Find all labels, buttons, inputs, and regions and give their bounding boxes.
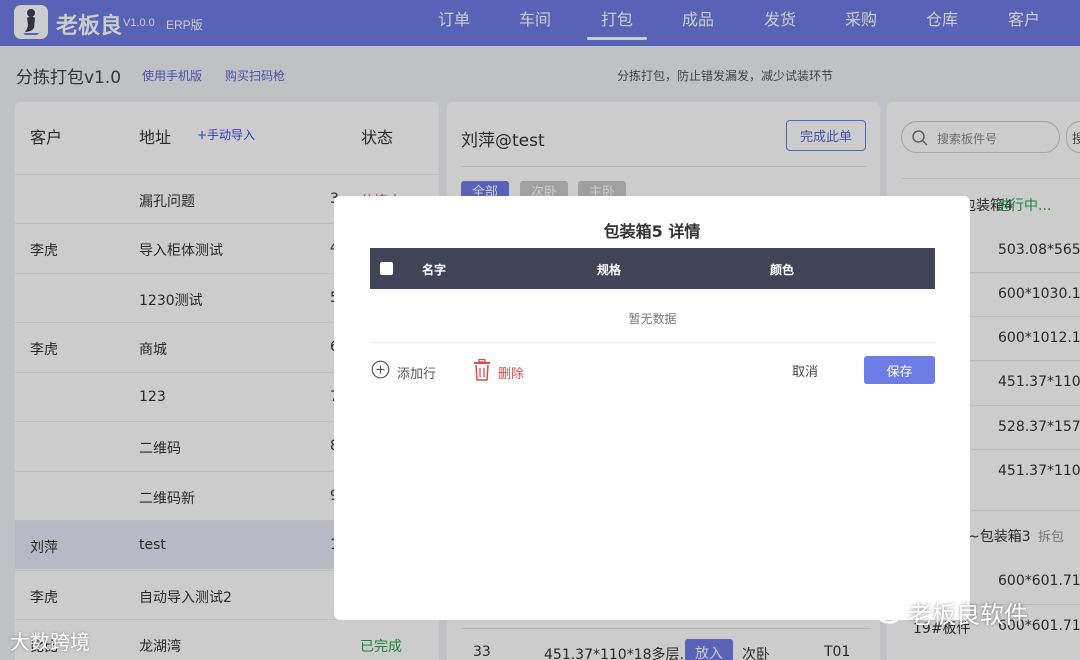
plus-circle-icon [371,360,390,379]
box-detail-modal: 包装箱5 详情 名字 规格 颜色 暂无数据 添加行 删除 取消 保存 [334,196,970,620]
delete-button[interactable]: 删除 [472,358,532,382]
watermark-right-text: 老板良软件 [908,601,1028,629]
divider [370,342,935,343]
watermark-left-text: 大数跨境 [10,630,90,654]
save-button[interactable]: 保存 [864,356,935,384]
column-color: 颜色 [770,263,795,277]
modal-title: 包装箱5 详情 [603,222,701,241]
add-row-label: 添加行 [397,367,437,382]
modal-table-header: 名字 规格 颜色 [370,248,935,289]
empty-state: 暂无数据 [628,312,677,326]
select-all-checkbox[interactable] [380,262,393,275]
delete-label: 删除 [498,367,525,382]
trash-icon [474,359,490,381]
column-name: 名字 [422,263,447,277]
cancel-button[interactable]: 取消 [792,361,818,380]
column-spec: 规格 [597,263,622,277]
watermark-left: 大数跨境 [10,626,90,655]
wechat-icon [862,597,902,624]
